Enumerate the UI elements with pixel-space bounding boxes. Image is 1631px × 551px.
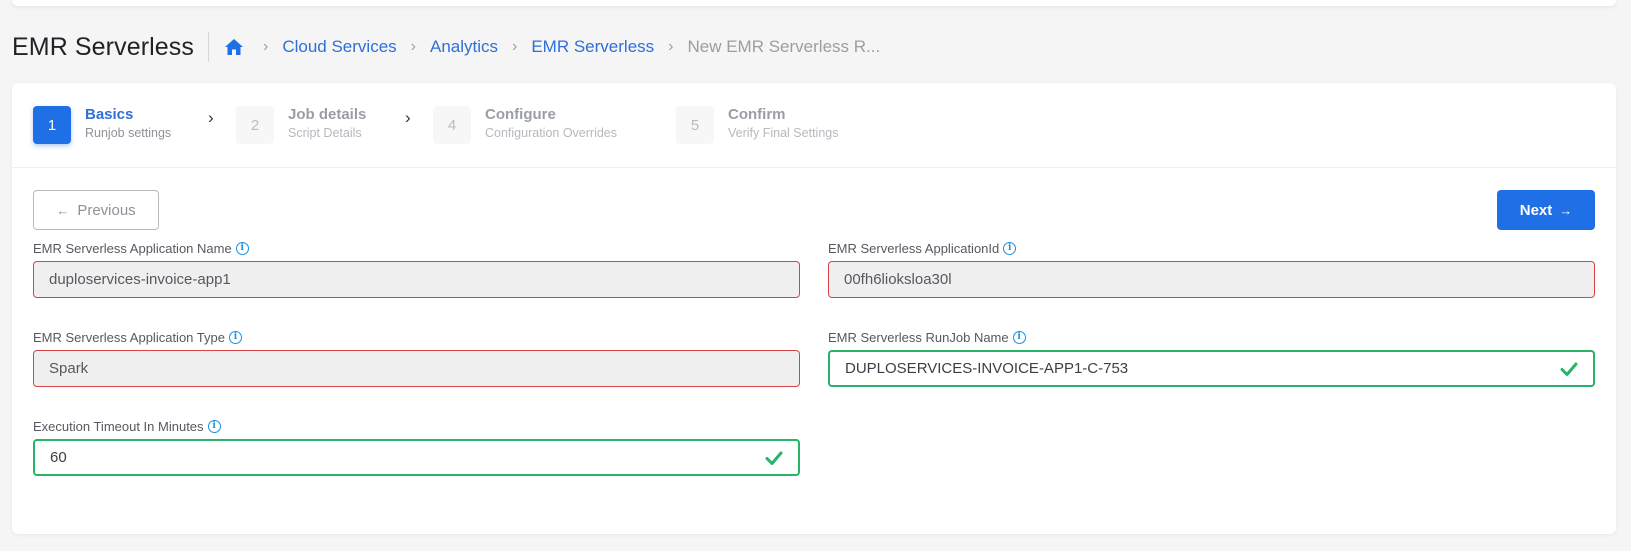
- field-app-type: EMR Serverless Application Type i Spark: [33, 329, 800, 387]
- page-header: EMR Serverless › Cloud Services › Analyt…: [12, 30, 880, 64]
- step-number: 4: [433, 106, 471, 144]
- top-bar: [12, 0, 1616, 6]
- step-title: Configure: [485, 106, 556, 123]
- field-value: DUPLOSERVICES-INVOICE-APP1-C-753: [845, 360, 1129, 377]
- step-number: 2: [236, 106, 274, 144]
- step-subtitle: Configuration Overrides: [485, 126, 618, 140]
- chevron-right-icon: ›: [208, 108, 214, 127]
- arrow-left-icon: ←: [56, 202, 70, 218]
- check-icon: [765, 451, 783, 465]
- previous-button-label: Previous: [77, 201, 136, 219]
- step-number: 1: [33, 106, 71, 144]
- chevron-right-icon: ›: [668, 38, 674, 55]
- breadcrumb-analytics[interactable]: Analytics: [430, 37, 498, 57]
- chevron-right-icon: ›: [410, 38, 416, 55]
- field-timeout: Execution Timeout In Minutes i 60: [33, 418, 800, 476]
- page-title: EMR Serverless: [12, 32, 194, 61]
- info-icon[interactable]: i: [228, 330, 242, 344]
- info-icon[interactable]: i: [1012, 330, 1026, 344]
- step-subtitle: Script Details: [288, 126, 362, 140]
- field-label: EMR Serverless RunJob Name: [828, 329, 1009, 345]
- step-title: Basics: [85, 106, 134, 123]
- step-number: 5: [676, 106, 714, 144]
- field-value: 00fh6lioksloa30l: [844, 271, 952, 288]
- app-id-input[interactable]: 00fh6lioksloa30l: [828, 261, 1595, 298]
- breadcrumb-emr-serverless[interactable]: EMR Serverless: [531, 37, 654, 57]
- step-subtitle: Verify Final Settings: [728, 126, 839, 140]
- info-icon[interactable]: i: [207, 419, 221, 433]
- timeout-input[interactable]: 60: [33, 439, 800, 476]
- next-button-label: Next: [1519, 201, 1553, 219]
- runjob-name-input[interactable]: DUPLOSERVICES-INVOICE-APP1-C-753: [828, 350, 1595, 387]
- info-icon[interactable]: i: [1003, 241, 1017, 255]
- header-divider: [208, 32, 209, 62]
- field-app-id: EMR Serverless ApplicationId i 00fh6liok…: [828, 240, 1595, 298]
- field-value: Spark: [49, 360, 89, 377]
- previous-button[interactable]: ← Previous: [33, 190, 159, 230]
- field-runjob-name: EMR Serverless RunJob Name i DUPLOSERVIC…: [828, 329, 1595, 387]
- wizard-steps: 1 Basics Runjob settings › 2 Job details…: [12, 83, 1616, 168]
- breadcrumb-cloud-services[interactable]: Cloud Services: [282, 37, 396, 57]
- step-configure[interactable]: 4 Configure Configuration Overrides: [433, 106, 617, 144]
- step-subtitle: Runjob settings: [85, 126, 172, 140]
- field-value: duploservices-invoice-app1: [49, 271, 231, 288]
- step-confirm[interactable]: 5 Confirm Verify Final Settings: [676, 106, 838, 144]
- field-label: EMR Serverless Application Type: [33, 329, 225, 345]
- step-job-details[interactable]: 2 Job details Script Details: [236, 106, 366, 144]
- step-title: Job details: [288, 106, 367, 123]
- next-button[interactable]: Next →: [1497, 190, 1595, 230]
- arrow-right-icon: →: [1559, 202, 1573, 218]
- field-app-name: EMR Serverless Application Name i duplos…: [33, 240, 800, 298]
- field-label: EMR Serverless Application Name: [33, 240, 232, 256]
- breadcrumb-current: New EMR Serverless R...: [687, 37, 881, 56]
- field-label: EMR Serverless ApplicationId: [828, 240, 1000, 256]
- step-title: Confirm: [728, 106, 786, 123]
- chevron-right-icon: ›: [263, 38, 269, 55]
- field-label: Execution Timeout In Minutes: [33, 418, 204, 434]
- field-value: 60: [50, 449, 67, 466]
- step-basics[interactable]: 1 Basics Runjob settings: [33, 106, 171, 144]
- info-icon[interactable]: i: [235, 241, 249, 255]
- wizard-card: 1 Basics Runjob settings › 2 Job details…: [12, 83, 1616, 534]
- app-name-input[interactable]: duploservices-invoice-app1: [33, 261, 800, 298]
- app-type-input[interactable]: Spark: [33, 350, 800, 387]
- check-icon: [1560, 362, 1578, 376]
- home-icon[interactable]: [223, 37, 245, 57]
- chevron-right-icon: ›: [512, 38, 518, 55]
- breadcrumb: › Cloud Services › Analytics › EMR Serve…: [223, 37, 880, 57]
- chevron-right-icon: ›: [405, 108, 411, 127]
